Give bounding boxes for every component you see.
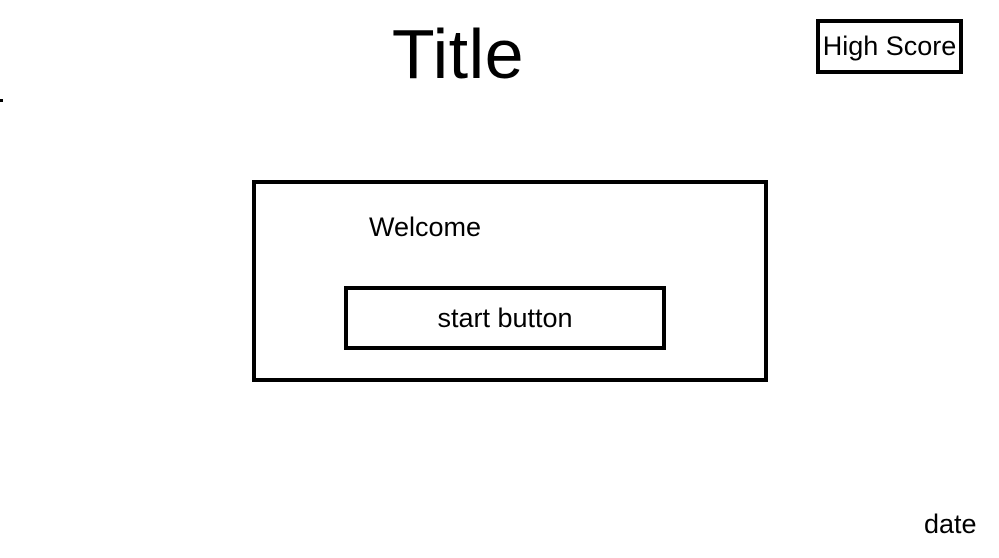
start-button[interactable]: start button bbox=[344, 286, 666, 350]
left-edge-mark bbox=[0, 99, 3, 102]
date-label: date bbox=[924, 509, 977, 539]
welcome-panel bbox=[252, 180, 768, 382]
welcome-text: Welcome bbox=[369, 212, 482, 242]
high-score-button[interactable]: High Score bbox=[816, 19, 963, 74]
page-title: Title bbox=[391, 15, 525, 93]
